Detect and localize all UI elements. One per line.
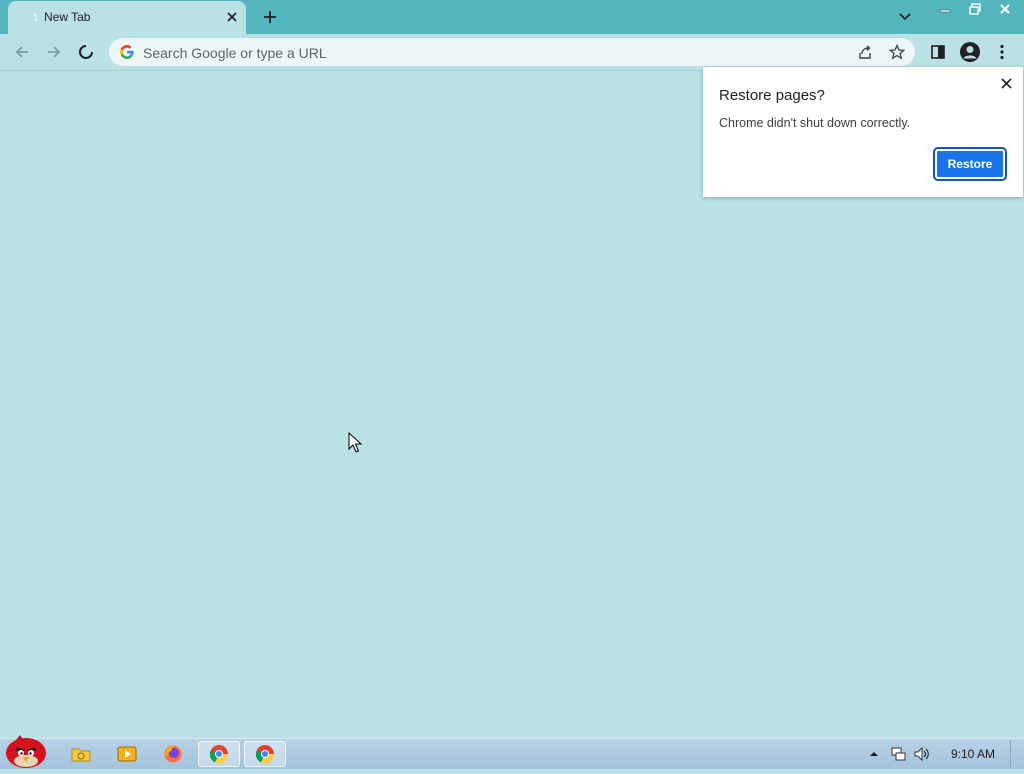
speaker-icon xyxy=(914,746,929,762)
dialog-close-button[interactable] xyxy=(997,74,1015,92)
chrome-icon xyxy=(209,745,229,764)
new-tab-button[interactable] xyxy=(259,6,281,28)
folder-icon xyxy=(71,748,91,762)
taskbar-media-player[interactable] xyxy=(106,741,148,767)
avatar-icon xyxy=(960,42,980,62)
close-icon xyxy=(1000,3,1010,14)
taskbar-chrome-1[interactable] xyxy=(198,741,240,767)
mouse-cursor-icon xyxy=(348,432,362,453)
show-desktop-button[interactable] xyxy=(1010,741,1021,767)
taskbar: 9:10 AM xyxy=(0,735,1024,769)
close-icon xyxy=(1000,77,1012,89)
google-g-icon xyxy=(119,44,135,60)
tab-title: New Tab xyxy=(44,10,91,24)
restore-pages-dialog: Restore pages? Chrome didn't shut down c… xyxy=(703,67,1023,197)
close-tab-icon[interactable] xyxy=(224,9,240,25)
dialog-title: Restore pages? xyxy=(719,87,825,104)
network-tray-icon[interactable] xyxy=(889,745,907,763)
minimize-icon xyxy=(939,9,951,12)
firefox-icon xyxy=(164,745,182,763)
tab-search-button[interactable] xyxy=(894,7,916,27)
close-window-button[interactable] xyxy=(990,0,1020,17)
side-panel-icon xyxy=(931,45,945,59)
start-button[interactable] xyxy=(2,731,50,769)
omnibox-input[interactable] xyxy=(141,42,845,64)
omnibox[interactable] xyxy=(109,38,915,66)
show-hidden-icons-button[interactable] xyxy=(868,748,880,760)
browser-toolbar xyxy=(0,34,1024,71)
taskbar-chrome-2[interactable] xyxy=(244,741,286,767)
volume-tray-icon[interactable] xyxy=(913,745,931,763)
taskbar-firefox[interactable] xyxy=(152,741,194,767)
dialog-message: Chrome didn't shut down correctly. xyxy=(719,116,911,130)
restore-window-button[interactable] xyxy=(960,0,990,17)
taskbar-file-explorer[interactable] xyxy=(60,741,102,767)
window-controls xyxy=(930,0,1020,18)
angry-bird-icon xyxy=(6,735,46,768)
chevron-up-icon xyxy=(870,752,878,756)
tab-strip: New Tab xyxy=(0,0,1024,34)
menu-button[interactable] xyxy=(990,40,1014,64)
minimize-button[interactable] xyxy=(930,0,960,17)
arrow-left-icon xyxy=(15,46,28,58)
taskbar-clock[interactable]: 9:10 AM xyxy=(951,747,995,761)
arrow-right-icon xyxy=(48,46,61,58)
restore-button[interactable]: Restore xyxy=(933,147,1007,181)
share-icon[interactable] xyxy=(855,42,875,62)
tab-new-tab[interactable]: New Tab xyxy=(8,1,246,34)
side-panel-button[interactable] xyxy=(926,40,950,64)
more-vertical-icon xyxy=(1000,44,1004,60)
chrome-icon xyxy=(255,745,275,764)
stop-loading-button[interactable] xyxy=(74,40,98,64)
back-button[interactable] xyxy=(10,40,34,64)
restore-window-icon xyxy=(969,2,981,15)
media-player-icon xyxy=(117,746,137,762)
bookmark-star-icon[interactable] xyxy=(887,42,907,62)
chevron-down-icon xyxy=(899,13,911,21)
network-icon xyxy=(891,747,906,761)
loading-favicon-icon xyxy=(22,10,38,26)
forward-button[interactable] xyxy=(42,40,66,64)
profile-button[interactable] xyxy=(958,40,982,64)
loading-spinner-icon xyxy=(79,45,93,59)
plus-icon xyxy=(264,11,276,23)
